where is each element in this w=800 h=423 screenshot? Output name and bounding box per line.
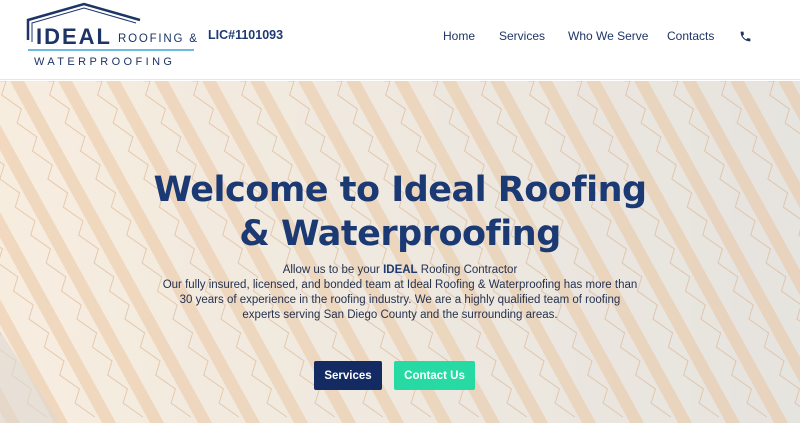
company-logo[interactable]: IDEAL ROOFING & WATERPROOFING	[22, 2, 200, 74]
hero-lead-suffix: Roofing Contractor	[417, 264, 518, 276]
nav-contacts[interactable]: Contacts	[667, 29, 714, 43]
hero-title-line-1: Welcome to Ideal Roofing	[153, 170, 647, 210]
hero-body-line-2: 30 years of experience in the roofing in…	[179, 294, 621, 306]
site-header: IDEAL ROOFING & WATERPROOFING LIC#110109…	[0, 0, 800, 80]
hero-body-line-1: Our fully insured, licensed, and bonded …	[162, 279, 638, 291]
license-number: LIC#1101093	[208, 28, 284, 42]
hero-lead-prefix: Allow us to be your	[282, 264, 384, 276]
nav-home[interactable]: Home	[443, 29, 475, 43]
logo-tagline-waterproofing: WATERPROOFING	[34, 56, 176, 68]
nav-who-we-serve[interactable]: Who We Serve	[568, 29, 648, 43]
hero-body-line-3: experts serving San Diego County and the…	[242, 309, 558, 321]
hero-lead-bold: IDEAL	[383, 264, 418, 276]
hero-title-line-2: & Waterproofing	[239, 214, 561, 254]
services-button[interactable]: Services	[314, 361, 382, 390]
hero-lead: Allow us to be your IDEAL Roofing Contra…	[0, 263, 800, 278]
logo-tagline-roofing: ROOFING &	[118, 33, 199, 45]
logo-wordmark: IDEAL	[36, 24, 112, 49]
hero-section: Welcome to Ideal Roofing & Waterproofing…	[0, 81, 800, 423]
nav-services[interactable]: Services	[499, 29, 545, 43]
contact-us-button[interactable]: Contact Us	[394, 361, 475, 390]
phone-icon[interactable]	[739, 30, 752, 43]
